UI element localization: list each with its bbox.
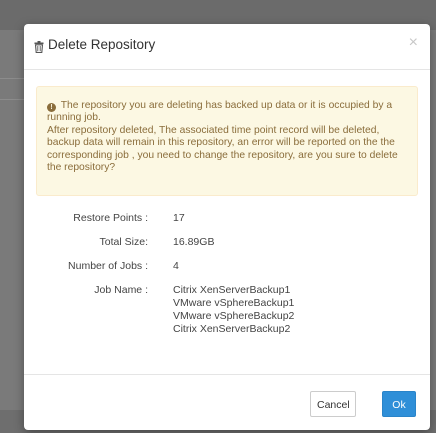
warning-line-1: ! The repository you are deleting has ba… xyxy=(47,100,411,125)
job-name-item: Citrix XenServerBackup2 xyxy=(173,323,291,335)
warning-text-1: The repository you are deleting has back… xyxy=(47,100,393,124)
jobs-count-value: 4 xyxy=(173,260,179,272)
job-name-item: VMware vSphereBackup2 xyxy=(173,310,295,322)
exclamation-circle-icon: ! xyxy=(47,103,56,112)
ok-button[interactable]: Ok xyxy=(382,391,416,417)
trash-icon xyxy=(34,41,44,53)
restore-points-label: Restore Points : xyxy=(73,212,148,224)
delete-repository-dialog: Delete Repository × ! The repository you… xyxy=(24,24,430,430)
dialog-title: Delete Repository xyxy=(48,37,156,52)
total-size-row: Total Size: 16.89GB xyxy=(24,236,430,250)
job-name-item: VMware vSphereBackup1 xyxy=(173,297,295,309)
cancel-button[interactable]: Cancel xyxy=(310,391,356,417)
total-size-value: 16.89GB xyxy=(173,236,215,248)
job-name-item: Citrix XenServerBackup1 xyxy=(173,284,291,296)
dialog-footer: Cancel Ok xyxy=(24,374,430,430)
job-name-row: Job Name : Citrix XenServerBackup1 VMwar… xyxy=(24,284,430,344)
jobs-count-row: Number of Jobs : 4 xyxy=(24,260,430,274)
job-name-label: Job Name : xyxy=(94,284,148,296)
close-button[interactable]: × xyxy=(409,35,418,51)
dialog-header: Delete Repository × xyxy=(24,24,430,70)
jobs-count-label: Number of Jobs : xyxy=(68,260,148,272)
restore-points-row: Restore Points : 17 xyxy=(24,212,430,226)
total-size-label: Total Size: xyxy=(99,236,148,248)
warning-line-2: After repository deleted, The associated… xyxy=(47,124,398,174)
restore-points-value: 17 xyxy=(173,212,185,224)
warning-alert: ! The repository you are deleting has ba… xyxy=(36,86,418,196)
job-name-list: Citrix XenServerBackup1 VMware vSphereBa… xyxy=(173,284,294,336)
